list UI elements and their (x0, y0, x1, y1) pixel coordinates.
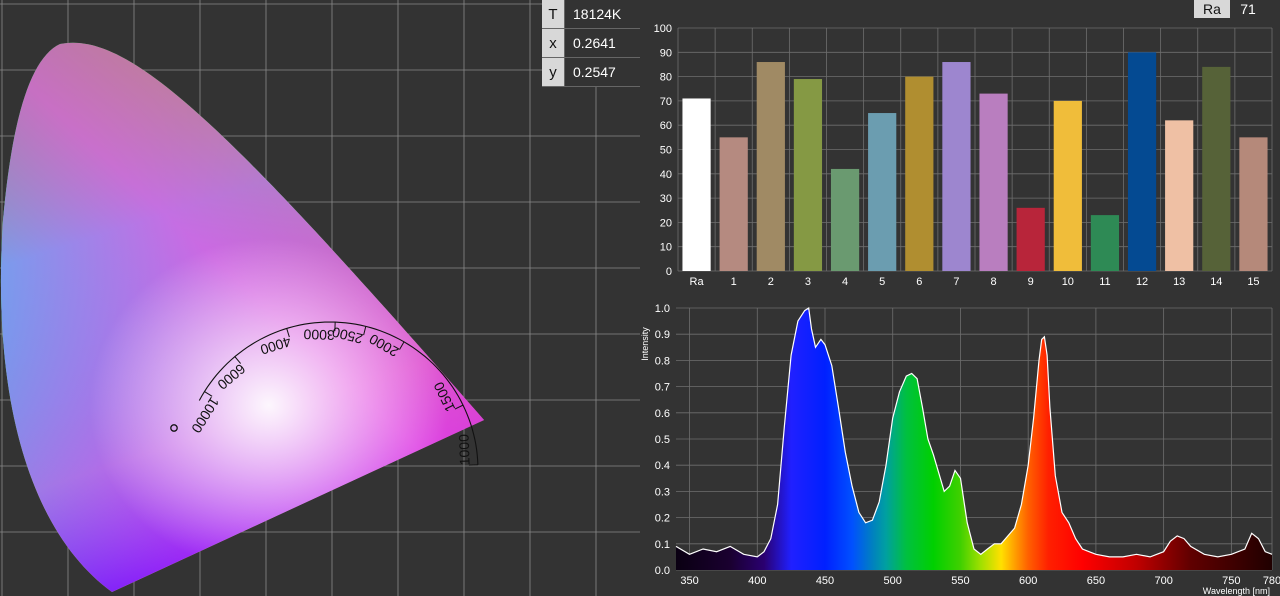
y-tick-label: 0.4 (655, 460, 670, 472)
x-tick-label: 650 (1087, 575, 1105, 587)
cri-bar-chart: 0102030405060708090100Ra 1 2 3 4 5 6 7 8 9 10 11 12 1… (654, 23, 1273, 288)
bar (942, 62, 971, 271)
y-tick-label: 1.0 (655, 303, 670, 315)
y-tick-label: 0.7 (655, 382, 670, 394)
readout-row-t: T 18124K (542, 0, 640, 29)
x-tick-label: 600 (1019, 575, 1037, 587)
ra-value: 71 (1230, 0, 1266, 18)
x-axis-label: Wavelength [nm] (1203, 586, 1270, 596)
x-tick-label: 13 (1173, 276, 1185, 288)
readout-value: 0.2641 (564, 29, 640, 57)
readout-key: x (542, 29, 564, 57)
x-tick-label: 10 (1062, 276, 1074, 288)
bar (1202, 66, 1231, 271)
y-tick-label: 60 (660, 120, 672, 132)
bar (1127, 52, 1157, 271)
bar (793, 79, 823, 271)
ra-readout: Ra 71 (1194, 0, 1266, 18)
x-tick-label: 8 (991, 276, 997, 288)
x-tick-label: 7 (953, 276, 959, 288)
x-tick-label: 14 (1210, 276, 1222, 288)
y-tick-label: 40 (660, 169, 672, 181)
gamut-fill (0, 42, 485, 593)
bar (868, 113, 897, 271)
cie-chromaticity-diagram: 100015002000250030004000600010000 (0, 0, 640, 596)
x-tick-label: 400 (748, 575, 766, 587)
x-tick-label: 5 (879, 276, 885, 288)
bar (1239, 137, 1268, 271)
x-tick-label: 550 (951, 575, 969, 587)
bar (1053, 100, 1082, 272)
bar (1090, 215, 1120, 271)
x-tick-label: 15 (1247, 276, 1259, 288)
locus-label: 3000 (303, 326, 335, 343)
chromaticity-readout: T 18124K x 0.2641 y 0.2547 (542, 0, 640, 87)
y-tick-label: 0.1 (655, 539, 670, 551)
y-tick-label: 20 (660, 217, 672, 229)
bar (756, 62, 785, 271)
spectrum-line (675, 306, 1273, 558)
y-tick-label: 0.3 (655, 486, 670, 498)
x-tick-label: Ra (690, 276, 705, 288)
bar (905, 76, 934, 271)
y-tick-label: 100 (654, 23, 672, 35)
x-tick-label: 350 (680, 575, 698, 587)
y-tick-label: 30 (660, 193, 672, 205)
x-tick-label: 9 (1028, 276, 1034, 288)
bar (1016, 207, 1045, 271)
readout-value: 0.2547 (564, 58, 640, 86)
y-tick-label: 0.5 (655, 434, 670, 446)
bar (979, 93, 1008, 271)
readout-key: T (542, 0, 564, 28)
x-tick-label: 450 (816, 575, 834, 587)
x-tick-label: 3 (805, 276, 811, 288)
readout-value: 18124K (564, 0, 640, 28)
x-tick-label: 6 (916, 276, 922, 288)
y-axis-label: Intensity (640, 327, 650, 361)
x-tick-label: 2 (768, 276, 774, 288)
y-tick-label: 90 (660, 47, 672, 59)
y-tick-label: 0.2 (655, 513, 670, 525)
y-tick-label: 0.8 (655, 355, 670, 367)
y-tick-label: 0 (666, 266, 672, 278)
bar (682, 98, 711, 271)
y-tick-label: 0.9 (655, 329, 670, 341)
x-tick-label: 500 (884, 575, 902, 587)
ra-key: Ra (1194, 0, 1230, 18)
x-tick-label: 4 (842, 276, 848, 288)
bar (719, 137, 748, 271)
x-tick-label: 700 (1154, 575, 1172, 587)
x-tick-label: 1 (731, 276, 737, 288)
y-tick-label: 80 (660, 72, 672, 84)
readout-key: y (542, 58, 564, 86)
readout-row-y: y 0.2547 (542, 58, 640, 87)
readout-row-x: x 0.2641 (542, 29, 640, 58)
locus-label: 1000 (456, 434, 473, 466)
y-tick-label: 50 (660, 145, 672, 157)
y-tick-label: 70 (660, 96, 672, 108)
x-tick-label: 11 (1099, 276, 1110, 288)
spectral-power-chart: 0.0 0.1 0.2 0.3 0.4 0.5 0.6 0.7 0.8 0.9 1.0 350 400 4… (640, 303, 1280, 596)
bar (1165, 120, 1194, 271)
y-tick-label: 0.6 (655, 408, 670, 420)
bar (830, 168, 860, 271)
y-tick-label: 10 (660, 242, 672, 254)
x-tick-label: 12 (1136, 276, 1148, 288)
y-tick-label: 0.0 (655, 565, 670, 577)
